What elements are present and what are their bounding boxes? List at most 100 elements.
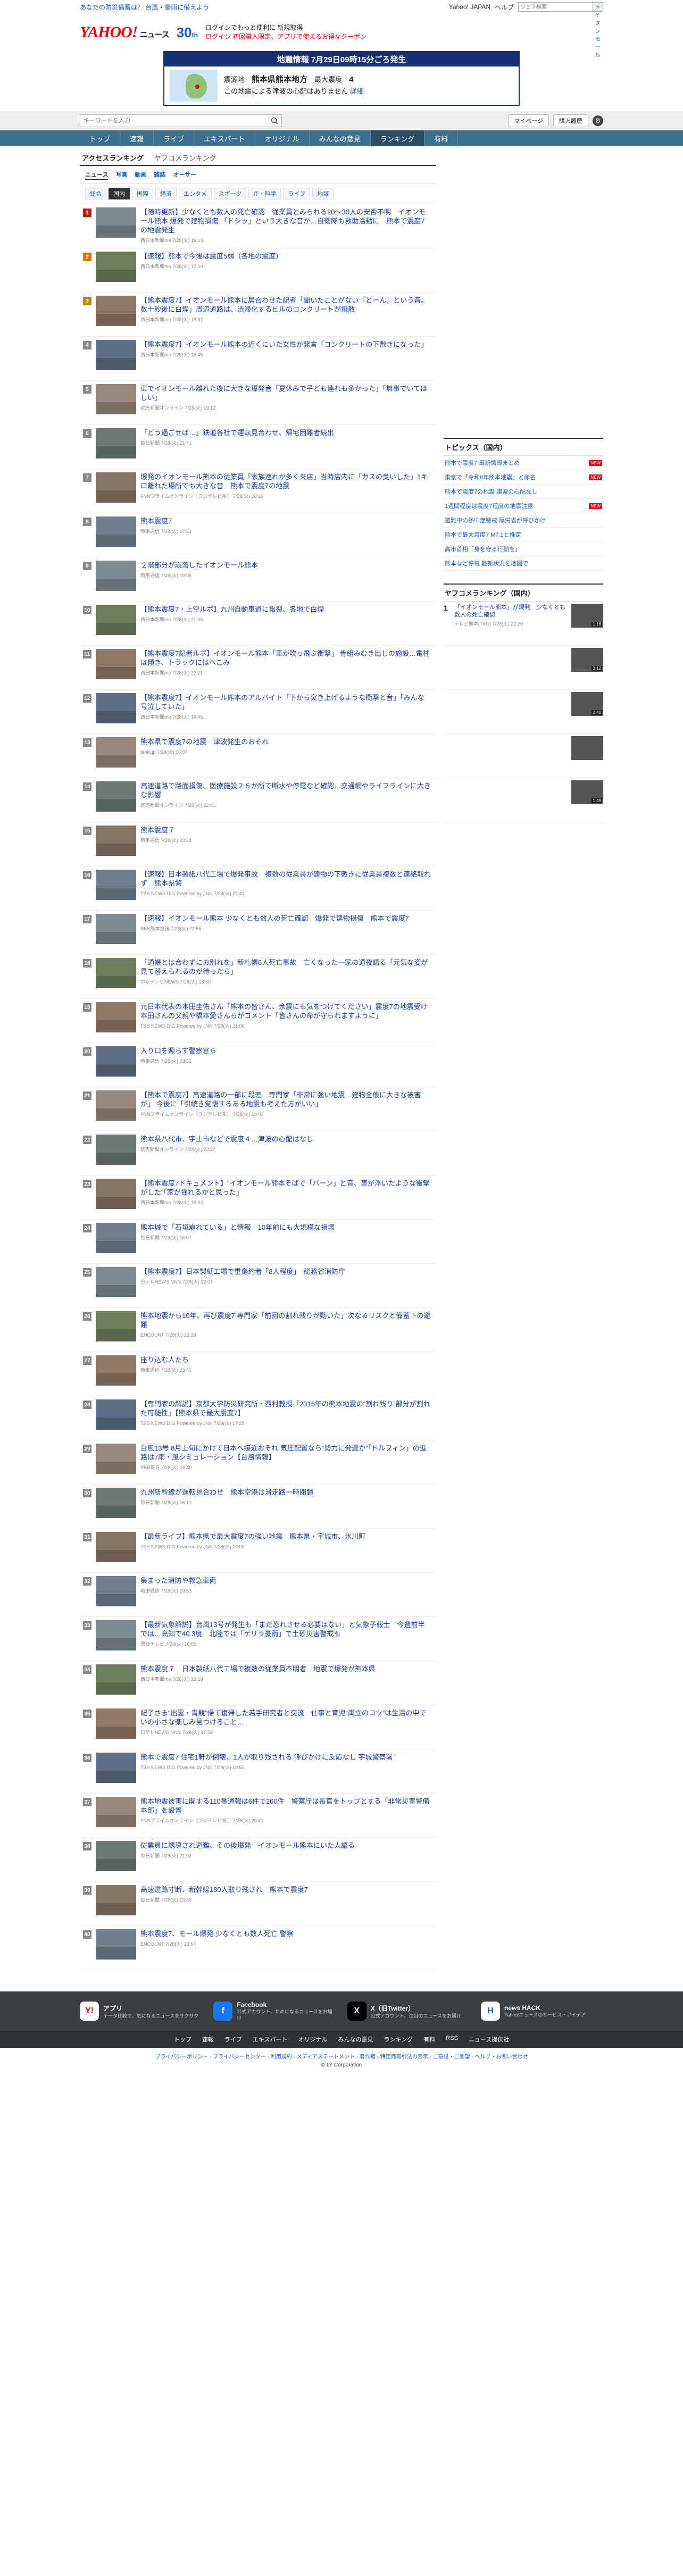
ranking-item[interactable]: 10 【熊本震度7・上空ルポ】九州自動車道に亀裂、各地で白煙 西日本新聞me 7/2… <box>80 602 436 646</box>
topic-item[interactable]: 熊本で震度7の地震 津波の心配なし <box>444 485 603 499</box>
article-thumbnail[interactable] <box>96 1929 136 1960</box>
ranking-item[interactable]: 36 熊本で震度7 住宅1軒が倒壊、1人が取り残される 呼びかけに反応なし 宇城警… <box>80 1749 436 1794</box>
article-thumbnail[interactable] <box>96 870 136 900</box>
ranking-item[interactable]: 32 集まった消防や救急車両 時事通信 7/28(火) 19:53 <box>80 1573 436 1617</box>
article-title[interactable]: 【熊本震度7・上空ルポ】九州自動車道に亀裂、各地で白煙 <box>140 605 431 614</box>
article-title[interactable]: 熊本震度7、モール爆発 少なくとも数人死亡 警察 <box>140 1929 431 1938</box>
article-thumbnail[interactable] <box>96 1708 136 1739</box>
comment-ranking-item[interactable]: 3:12 <box>444 646 603 690</box>
article-title[interactable]: 元日本代表の本田圭佑さん「熊本の皆さん、余震にも気をつけてください」震度7の地震… <box>140 1002 431 1020</box>
ranking-item[interactable]: 28 【専門家の解説】京都大学防災研究所・西村教授「2016年の熊本地震の“割れ残… <box>80 1396 436 1440</box>
ranking-item[interactable]: 37 熊本地震被害に関する110番通報は6件で260件 警察庁は長官をトップとする… <box>80 1794 436 1838</box>
footer-nav-item[interactable]: エキスパート <box>253 2035 288 2044</box>
article-thumbnail[interactable] <box>96 1488 136 1518</box>
article-title[interactable]: 【熊本震度7ドキュメント】“イオンモール熊本そばで「バーン」と音、車が浮いたよう… <box>140 1179 431 1197</box>
article-title[interactable]: 座り込む人たち <box>140 1355 431 1364</box>
topic-item[interactable]: 熊本で震度7 最新情報まとめ NEW <box>444 456 603 470</box>
topic-item[interactable]: 東京で「令和8年熊本地震」と命名 NEW <box>444 470 603 485</box>
article-title[interactable]: 集まった消防や救急車両 <box>140 1576 431 1585</box>
yahoo-japan-link[interactable]: Yahoo! JAPAN <box>449 3 490 11</box>
ranking-item[interactable]: 31 【最新ライブ】熊本県で最大震度7の強い地震 熊本県・宇城市、氷川町 TBS N… <box>80 1529 436 1573</box>
ranking-item[interactable]: 14 高速道路で路面損傷、医療施設２６か所で断水や停電など確認…交通網やライフライ… <box>80 778 436 822</box>
ranking-item[interactable]: 2 【速報】熊本で今後は震度5弱（各地の震度） 西日本新聞me 7/28(火) 17… <box>80 248 436 293</box>
footer-app-2[interactable]: X X（旧Twitter） 公式アカウント、注目のニュースをお届け <box>347 2001 470 2021</box>
article-thumbnail[interactable] <box>96 693 136 723</box>
article-thumbnail[interactable] <box>96 1620 136 1650</box>
article-thumbnail[interactable] <box>96 1355 136 1386</box>
ranking-item[interactable]: 11 【熊本震度7記者ルポ】イオンモール熊本「車が吹っ飛ぶ衝撃」 骨組みむき出しの… <box>80 646 436 690</box>
ranking-item[interactable]: 33 【最新気象解説】台風13号が発生も「まだ恐れさせる必要はない」と気象予報士 … <box>80 1617 436 1661</box>
category-tab-1[interactable]: 国内 <box>109 188 130 199</box>
footer-nav-item[interactable]: トップ <box>174 2035 191 2044</box>
ranking-item[interactable]: 18 「通帳とは合わずにお別れを」新札幌6人死亡事故 亡くなった一家の通夜語る「元… <box>80 955 436 999</box>
ranking-item[interactable]: 16 【速報】日本製紙八代工場で爆発事故 複数の従業員が建物の下敷きに従業員複数と… <box>80 866 436 911</box>
article-thumbnail[interactable] <box>96 1841 136 1871</box>
article-thumbnail[interactable] <box>96 958 136 988</box>
article-thumbnail[interactable] <box>96 340 136 370</box>
article-thumbnail[interactable] <box>96 561 136 591</box>
video-thumbnail[interactable]: 2:40 <box>571 692 603 716</box>
topic-item[interactable]: 熊本で最大震度7 M7.1と推定 <box>444 528 603 542</box>
nav-item-4[interactable]: オリジナル <box>255 130 310 146</box>
ranking-item[interactable]: 24 熊本城で「石垣崩れている」と情報 10年前にも大規模な損壊 毎日新聞 7/28… <box>80 1220 436 1264</box>
article-thumbnail[interactable] <box>96 1885 136 1915</box>
web-search-button[interactable]: トイタンモール <box>592 3 603 59</box>
article-title[interactable]: 爆発のイオンモール熊本の従業員「家族連れが多く来店」当時店内に「ガスの臭いした」… <box>140 472 431 490</box>
article-title[interactable]: 「どう過ごせば…」鉄道各社で運転見合わせ、帰宅困難者続出 <box>140 428 431 437</box>
article-title[interactable]: 熊本で震度7 住宅1軒が倒壊、1人が取り残される 呼びかけに反応なし 宇城警察署 <box>140 1753 431 1762</box>
category-tab-2[interactable]: 国際 <box>132 188 153 199</box>
ranking-item[interactable]: 23 【熊本震度7ドキュメント】“イオンモール熊本そばで「バーン」と音、車が浮いた… <box>80 1176 436 1220</box>
comment-ranking-item[interactable]: 1:49 <box>444 778 603 822</box>
category-tab-8[interactable]: 地域 <box>312 188 334 199</box>
article-thumbnail[interactable] <box>96 1135 136 1165</box>
video-thumbnail[interactable] <box>571 736 603 760</box>
article-title[interactable]: 【専門家の解説】京都大学防災研究所・西村教授「2016年の熊本地震の“割れ残り”… <box>140 1399 431 1418</box>
article-thumbnail[interactable] <box>96 737 136 768</box>
article-thumbnail[interactable] <box>96 826 136 856</box>
footer-app-0[interactable]: Y! アプリ データ比較で、気になるニュースをサクサク <box>80 2001 202 2021</box>
article-thumbnail[interactable] <box>96 207 136 238</box>
article-title[interactable]: 【最新気象解説】台風13号が発生も「まだ恐れさせる必要はない」と気象予報士 今週… <box>140 1620 431 1638</box>
article-thumbnail[interactable] <box>96 1797 136 1827</box>
footer-nav-item[interactable]: ライブ <box>224 2035 242 2044</box>
ranking-item[interactable]: 19 元日本代表の本田圭佑さん「熊本の皆さん、余震にも気をつけてください」震度7の… <box>80 999 436 1043</box>
promo-link[interactable]: あなたの防災備蓄は？ 台風・豪雨に備えよう <box>80 3 209 12</box>
article-thumbnail[interactable] <box>96 1311 136 1341</box>
article-title[interactable]: 【熊本震度7】日本製紙工場で重傷約者「8人程度」 総務省消防庁 <box>140 1267 431 1276</box>
article-thumbnail[interactable] <box>96 1223 136 1253</box>
media-tab-0[interactable]: ニュース <box>85 170 109 180</box>
comment-ranking-item[interactable]: 1 「イオンモール熊本」が爆発 少なくとも数人の死亡確認 テレビ熊本(TKU) 7/… <box>444 602 603 646</box>
footer-nav-item[interactable]: オリジナル <box>298 2035 327 2044</box>
media-tab-2[interactable]: 動画 <box>135 170 146 180</box>
ranking-item[interactable]: 21 【熊本で震度7】高速道路の一部に段差 専門家「非常に強い地震…建物全般に大き… <box>80 1087 436 1131</box>
article-thumbnail[interactable] <box>96 649 136 679</box>
ranking-item[interactable]: 17 【速報】イオンモール熊本 少なくとも数人の死亡確認 爆発で建物損傷 熊本で震… <box>80 911 436 955</box>
ranking-item[interactable]: 39 高速道路寸断、新幹線180人取り残され 熊本で震度7 毎日新聞 7/28(火)… <box>80 1882 436 1926</box>
ranking-item[interactable]: 34 熊本震度７ 日本製紙八代工場で複数の従業員不明者 地震で爆発が熊本県 西日本新… <box>80 1661 436 1705</box>
ranking-item[interactable]: 8 熊本震度7 時事通信 7/28(火) 17:51 <box>80 513 436 557</box>
category-tab-3[interactable]: 経済 <box>155 188 177 199</box>
gear-icon[interactable]: ⚙ <box>593 115 603 126</box>
category-tab-0[interactable]: 総合 <box>85 188 106 199</box>
category-tab-4[interactable]: エンタメ <box>179 188 212 199</box>
ranking-item[interactable]: 5 車でイオンモール離れた後に大きな爆発音「夏休みで子ども連れも多かった」「無事で… <box>80 381 436 425</box>
article-thumbnail[interactable] <box>96 605 136 635</box>
footer-app-1[interactable]: f Facebook 公式アカウント、ためになるニュースをお届け <box>213 2001 336 2021</box>
login-promo[interactable]: ログインでもっと便利に 新規取得 ログイン 初回購入限定、アプリで使えるお得なク… <box>205 23 367 41</box>
my-page-button[interactable]: マイページ <box>508 114 549 127</box>
topic-item[interactable]: 1週間程度は震度7程度の地震注意 NEW <box>444 499 603 513</box>
purchase-history-button[interactable]: 購入履歴 <box>553 114 588 127</box>
article-title[interactable]: 【熊本震度7記者ルポ】イオンモール熊本「車が吹っ飛ぶ衝撃」 骨組みむき出しの施設… <box>140 649 431 667</box>
article-title[interactable]: 熊本地震被害に関する110番通報は6件で260件 警察庁は長官をトップとする「非… <box>140 1797 431 1815</box>
footer-nav-item[interactable]: 有料 <box>423 2035 435 2044</box>
nav-item-2[interactable]: ライブ <box>154 130 195 146</box>
topic-item[interactable]: 熊本など停電 最新状況を地図で <box>444 556 603 571</box>
ranking-item[interactable]: 13 熊本県で震度7の地震 津波発生のおそれ tenki.jp 7/28(火) 16… <box>80 734 436 778</box>
alert-detail-link[interactable]: 詳細 <box>350 87 364 95</box>
article-title[interactable]: 「通帳とは合わずにお別れを」新札幌6人死亡事故 亡くなった一家の通夜語る「元気な… <box>140 958 431 976</box>
footer-nav-item[interactable]: ランキング <box>384 2035 413 2044</box>
footer-nav-item[interactable]: 速報 <box>202 2035 214 2044</box>
footer-nav-item[interactable]: ニュース提供社 <box>469 2035 509 2044</box>
ranking-item[interactable]: 20 入り口を照らす警察官ら 時事通信 7/28(火) 23:53 <box>80 1043 436 1087</box>
article-title[interactable]: 熊本城で「石垣崩れている」と情報 10年前にも大規模な損壊 <box>140 1223 431 1232</box>
